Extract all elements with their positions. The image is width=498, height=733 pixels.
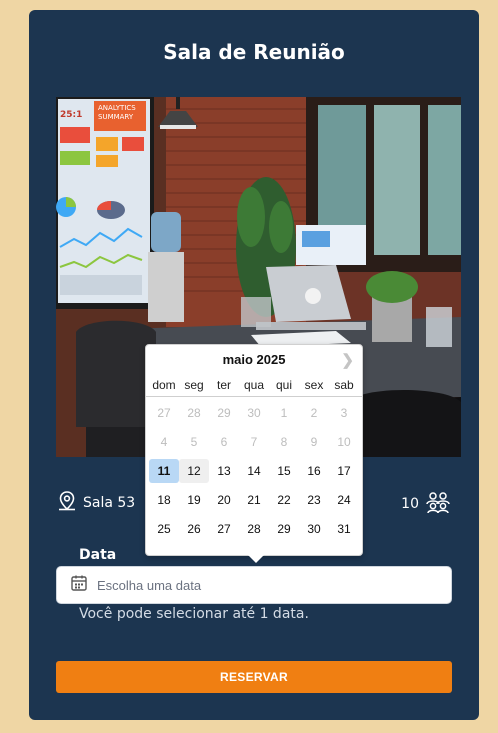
calendar-day-selected[interactable]: 11 [149, 459, 179, 483]
weekday-label: sex [304, 377, 324, 392]
date-field[interactable] [56, 566, 452, 604]
weekday-label: qua [243, 377, 265, 392]
calendar-day[interactable]: 30 [299, 517, 329, 541]
room-location: Sala 53 [56, 490, 135, 516]
screen-text-2: SUMMARY [98, 113, 134, 121]
calendar-day[interactable]: 22 [269, 488, 299, 512]
calendar-day[interactable]: 23 [299, 488, 329, 512]
calendar-day: 3 [340, 406, 348, 420]
calendar-days-grid: 27 28 29 30 1 2 3 4 5 6 7 8 9 10 11 12 13 14 15 16 17 18 19 20 2… [146, 397, 362, 541]
date-input[interactable] [97, 577, 417, 593]
calendar-month-label: maio 2025 [222, 351, 286, 367]
calendar-day: 29 [217, 406, 231, 420]
chevron-right-icon[interactable]: ❯ [341, 351, 354, 369]
page-title: Sala de Reunião [163, 40, 345, 64]
calendar-day: 10 [337, 435, 351, 449]
calendar-day[interactable]: 17 [329, 459, 359, 483]
calendar-day: 4 [160, 435, 168, 449]
calendar-day: 9 [310, 435, 318, 449]
weekday-label: dom [152, 377, 176, 392]
reserve-button[interactable]: RESERVAR [56, 661, 452, 693]
calendar-day: 8 [280, 435, 288, 449]
weekday-label: ter [216, 377, 231, 392]
date-helper-text: Você pode selecionar até 1 data. [79, 606, 309, 622]
room-name: Sala 53 [83, 495, 136, 511]
calendar-day[interactable]: 24 [329, 488, 359, 512]
calendar-day[interactable]: 25 [149, 517, 179, 541]
datepicker-popup: maio 2025 ❯ dom seg ter qua qui sex sab … [145, 344, 363, 563]
screen-text-3: 25:1 [60, 110, 82, 120]
calendar-weekdays: dom seg ter qua qui sex sab [146, 373, 362, 397]
calendar-day[interactable]: 21 [239, 488, 269, 512]
date-label: Data [79, 547, 117, 563]
people-group-icon [425, 490, 451, 518]
calendar-day[interactable]: 19 [179, 488, 209, 512]
calendar-day: 28 [187, 406, 201, 420]
capacity-value: 10 [401, 496, 419, 512]
popup-pointer [248, 555, 264, 563]
calendar-day[interactable]: 26 [179, 517, 209, 541]
calendar-day[interactable]: 12 [179, 459, 209, 483]
calendar-header: maio 2025 ❯ [146, 345, 362, 373]
calendar-day[interactable]: 27 [209, 517, 239, 541]
calendar-day: 6 [220, 435, 228, 449]
calendar-day[interactable]: 29 [269, 517, 299, 541]
calendar-day: 30 [247, 406, 261, 420]
calendar-day[interactable]: 15 [269, 459, 299, 483]
location-pin-icon [56, 490, 78, 516]
calendar-day: 2 [310, 406, 318, 420]
calendar-day: 5 [190, 435, 198, 449]
calendar-day[interactable]: 18 [149, 488, 179, 512]
weekday-label: qui [275, 377, 292, 392]
weekday-label: seg [184, 377, 204, 392]
calendar-day[interactable]: 20 [209, 488, 239, 512]
calendar-day: 27 [157, 406, 171, 420]
room-capacity: 10 [401, 490, 451, 518]
calendar-day[interactable]: 16 [299, 459, 329, 483]
calendar-day[interactable]: 14 [239, 459, 269, 483]
calendar-day: 7 [250, 435, 258, 449]
calendar-day[interactable]: 28 [239, 517, 269, 541]
screen-text-1: ANALYTICS [98, 104, 136, 112]
calendar-icon[interactable] [70, 574, 88, 596]
calendar-day[interactable]: 31 [329, 517, 359, 541]
weekday-label: sab [334, 377, 354, 392]
calendar-day[interactable]: 13 [209, 459, 239, 483]
calendar-day: 1 [280, 406, 288, 420]
